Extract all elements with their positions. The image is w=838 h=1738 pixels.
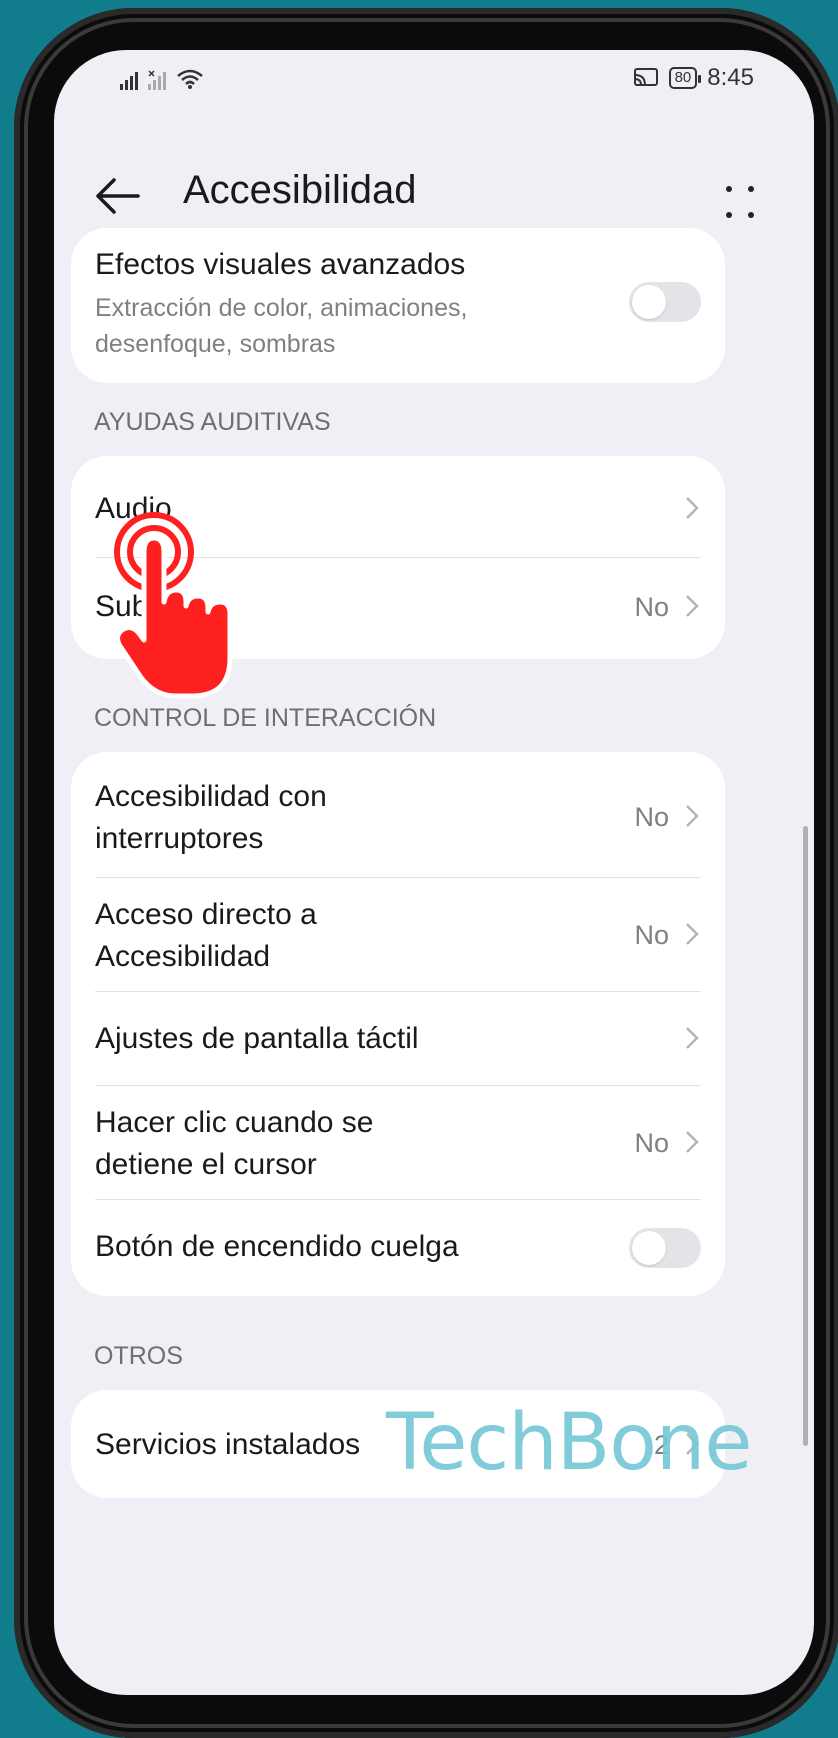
screen: 80 8:45 Accesibilidad Efectos visuales a…	[54, 50, 814, 1695]
status-time: 8:45	[707, 64, 754, 91]
signal-2-icon	[148, 70, 166, 90]
interaction-card: Accesibilidad con interruptores No Acces…	[71, 752, 725, 1296]
row-label-1: Hacer clic cuando se	[95, 1106, 374, 1139]
row-value: No	[634, 920, 669, 950]
visual-effects-subtitle-1: Extracción de color, animaciones,	[95, 294, 468, 322]
toggle-knob	[632, 285, 666, 319]
chevron-right-icon	[686, 923, 699, 945]
section-header-others: OTROS	[94, 1342, 183, 1370]
status-left	[120, 68, 204, 90]
visual-effects-title: Efectos visuales avanzados	[95, 248, 466, 281]
section-header-hearing: AYUDAS AUDITIVAS	[94, 408, 331, 436]
page-title: Accesibilidad	[183, 168, 417, 212]
section-header-interaction: CONTROL DE INTERACCIÓN	[94, 704, 437, 732]
row-label-2: interruptores	[95, 822, 264, 855]
row-value: No	[634, 802, 669, 832]
row-value: No	[634, 1128, 669, 1158]
power-button-toggle[interactable]	[629, 1228, 701, 1268]
row-label-2: Accesibilidad	[95, 940, 271, 973]
signal-icon	[120, 72, 138, 90]
more-icon	[748, 212, 754, 218]
visual-effects-row[interactable]: Efectos visuales avanzados Extracción de…	[71, 228, 725, 383]
list-item-touchscreen-settings[interactable]: Ajustes de pantalla táctil	[71, 992, 725, 1086]
row-value: No	[634, 592, 669, 622]
cast-icon	[633, 68, 658, 86]
visual-effects-toggle[interactable]	[629, 282, 701, 322]
scrollbar[interactable]	[803, 826, 808, 1446]
chevron-right-icon	[686, 497, 699, 519]
back-button[interactable]	[92, 174, 142, 218]
row-label: Servicios instalados	[95, 1428, 361, 1461]
watermark-text: TechBone	[386, 1398, 752, 1488]
toggle-knob	[632, 1231, 666, 1265]
chevron-right-icon	[686, 1131, 699, 1153]
row-label-1: Accesibilidad con	[95, 780, 327, 813]
chevron-right-icon	[686, 805, 699, 827]
more-icon	[748, 186, 754, 192]
chevron-right-icon	[686, 595, 699, 617]
more-button[interactable]	[722, 184, 758, 220]
row-label-2: detiene el cursor	[95, 1148, 317, 1181]
row-label-1: Acceso directo a	[95, 898, 317, 931]
battery-icon: 80	[668, 67, 701, 89]
list-item-switch-access[interactable]: Accesibilidad con interruptores No	[71, 752, 725, 878]
status-bar: 80 8:45	[54, 50, 814, 120]
back-arrow-icon	[96, 178, 140, 214]
status-right: 80 8:45	[633, 64, 754, 92]
list-item-power-button-ends-call[interactable]: Botón de encendido cuelga	[71, 1200, 725, 1296]
visual-effects-subtitle-2: desenfoque, sombras	[95, 330, 336, 358]
chevron-right-icon	[686, 1027, 699, 1049]
row-label: Botón de encendido cuelga	[95, 1230, 459, 1263]
wifi-icon	[177, 69, 203, 89]
more-icon	[726, 186, 732, 192]
visual-effects-card: Efectos visuales avanzados Extracción de…	[71, 228, 725, 383]
row-label: Ajustes de pantalla táctil	[95, 1022, 419, 1055]
tap-hand-icon	[114, 512, 233, 699]
list-item-accessibility-shortcut[interactable]: Acceso directo a Accesibilidad No	[71, 878, 725, 992]
list-item-dwell-click[interactable]: Hacer clic cuando se detiene el cursor N…	[71, 1086, 725, 1200]
more-icon	[726, 212, 732, 218]
